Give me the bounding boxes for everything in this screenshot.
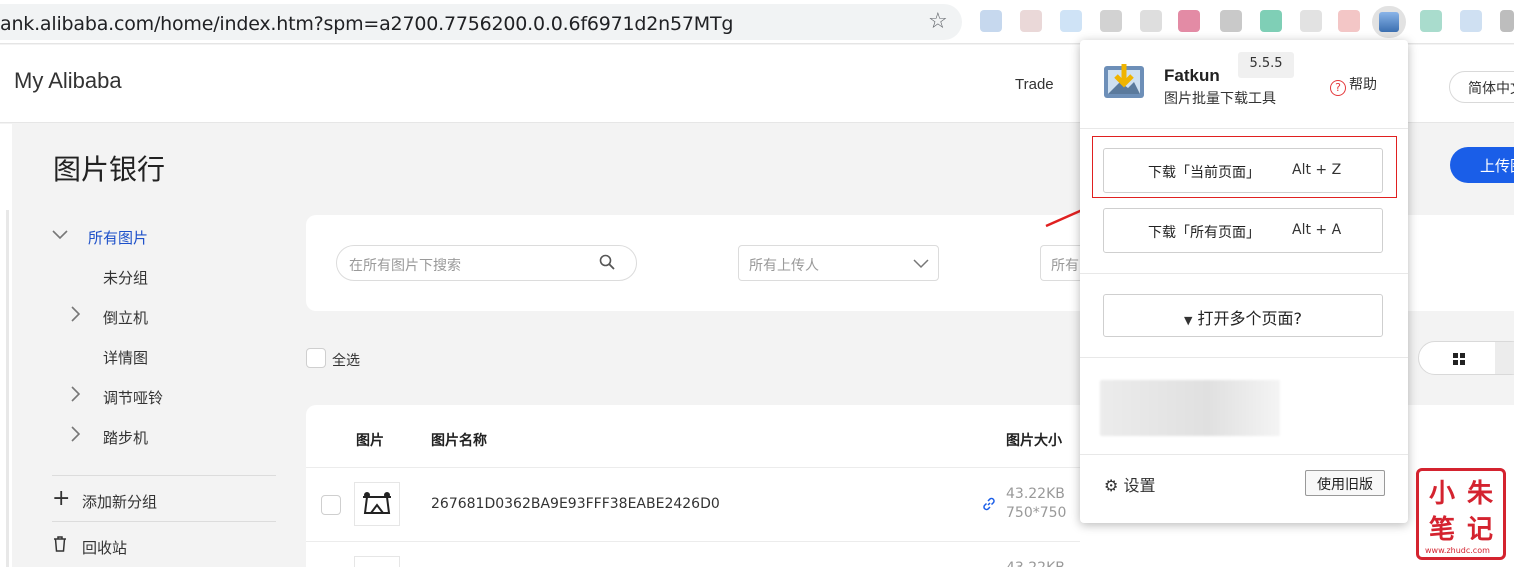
help-icon: ? [1330, 80, 1346, 96]
extension-icon[interactable] [1420, 10, 1442, 32]
upload-button[interactable]: 上传图 [1450, 147, 1514, 183]
third-filter-value: 所有 [1051, 258, 1079, 274]
add-group-link[interactable]: 添加新分组 [82, 491, 157, 512]
popup-divider [1080, 273, 1408, 274]
select-all-label[interactable]: 全选 [332, 350, 360, 370]
popup-divider [1080, 128, 1408, 129]
extension-icon[interactable] [1460, 10, 1482, 32]
sidebar-item-detail-images[interactable]: 详情图 [103, 347, 148, 368]
search-placeholder: 在所有图片下搜索 [349, 258, 461, 274]
search-input[interactable]: 在所有图片下搜索 [336, 245, 637, 281]
chevron-right-icon[interactable] [70, 386, 81, 406]
nav-trade[interactable]: Trade [1015, 76, 1054, 93]
language-select[interactable]: 简体中文 [1449, 71, 1514, 103]
column-size: 图片大小 [1006, 433, 1062, 449]
column-image: 图片 [356, 433, 384, 449]
sidebar-item-ungrouped[interactable]: 未分组 [103, 267, 148, 288]
version-badge: 5.5.5 [1238, 52, 1294, 78]
settings-link[interactable]: ⚙ 设置 [1104, 472, 1155, 496]
help-link[interactable]: ? 帮助 [1330, 74, 1377, 96]
uploader-select-value: 所有上传人 [749, 258, 819, 274]
extension-icon[interactable] [1338, 10, 1360, 32]
watermark-char: 小 [1429, 479, 1456, 509]
watermark-char: 朱 [1467, 479, 1494, 509]
image-thumbnail[interactable] [354, 556, 400, 567]
download-all-label: 下载「所有页面」 [1148, 225, 1260, 241]
column-name: 图片名称 [431, 433, 487, 449]
search-icon[interactable] [599, 254, 615, 270]
watermark-url: www.zhudc.com [1425, 546, 1490, 555]
use-old-version-button[interactable]: 使用旧版 [1305, 470, 1385, 496]
gear-icon: ⚙ [1104, 476, 1119, 495]
popup-divider [1080, 454, 1408, 455]
extension-icon[interactable] [1060, 10, 1082, 32]
page-title: 图片银行 [53, 153, 166, 186]
extension-subtitle: 图片批量下载工具 [1164, 91, 1276, 107]
uploader-select[interactable]: 所有上传人 [738, 245, 939, 281]
sidebar-divider [52, 475, 276, 476]
download-all-shortcut: Alt + A [1292, 222, 1342, 238]
fatkun-logo-icon [1104, 64, 1144, 98]
image-name[interactable]: 267681D0362BA9E93FFF38EABE2426D0 [431, 496, 720, 512]
caret-down-icon: ▼ [1183, 314, 1193, 327]
extension-name: Fatkun [1164, 66, 1220, 85]
image-size: 43.22KB [1006, 486, 1065, 502]
popup-divider [1080, 357, 1408, 358]
chevron-right-icon[interactable] [70, 306, 81, 326]
settings-label: 设置 [1123, 476, 1156, 495]
image-thumbnail[interactable] [354, 482, 400, 526]
image-dimensions: 750*750 [1006, 505, 1067, 521]
help-label: 帮助 [1349, 77, 1377, 93]
fatkun-icon [1379, 12, 1399, 32]
bookmark-star-icon[interactable]: ☆ [928, 9, 948, 34]
sidebar-item-all-images[interactable]: 所有图片 [88, 227, 148, 248]
extension-icon[interactable] [1100, 10, 1122, 32]
view-toggle[interactable] [1418, 341, 1514, 375]
blurred-ad-area [1100, 380, 1280, 436]
address-bar[interactable]: ank.alibaba.com/home/index.htm?spm=a2700… [0, 4, 962, 40]
browser-toolbar: ank.alibaba.com/home/index.htm?spm=a2700… [0, 0, 1514, 44]
row-divider [306, 467, 1080, 468]
link-icon[interactable] [982, 497, 996, 517]
url-text[interactable]: ank.alibaba.com/home/index.htm?spm=a2700… [0, 13, 733, 35]
trash-icon[interactable] [53, 536, 67, 556]
image-size: 43.22KB [1006, 559, 1065, 567]
row-checkbox[interactable] [321, 495, 341, 515]
grid-view-icon[interactable] [1453, 353, 1465, 365]
list-view-icon[interactable] [1495, 342, 1514, 374]
scroll-track[interactable] [6, 210, 9, 567]
plus-icon[interactable]: + [52, 486, 70, 511]
extension-icon[interactable] [1220, 10, 1242, 32]
chevron-right-icon[interactable] [70, 426, 81, 446]
extension-icon[interactable] [1500, 10, 1514, 32]
recycle-bin-link[interactable]: 回收站 [82, 537, 127, 558]
sidebar-item-inversion-table[interactable]: 倒立机 [103, 307, 148, 328]
extension-icon[interactable] [1020, 10, 1042, 32]
fatkun-popup: Fatkun 图片批量下载工具 5.5.5 ? 帮助 下载「当前页面」 Alt +… [1080, 40, 1408, 523]
extension-icon[interactable] [1260, 10, 1282, 32]
highlight-box [1092, 136, 1397, 198]
extension-icon[interactable] [980, 10, 1002, 32]
watermark-char: 记 [1467, 515, 1494, 545]
open-multiple-pages-button[interactable]: ▼ 打开多个页面? [1103, 294, 1383, 337]
fatkun-extension-button[interactable] [1372, 6, 1406, 38]
chevron-down-icon[interactable] [52, 228, 68, 244]
watermark-char: 笔 [1429, 515, 1456, 545]
select-all-checkbox[interactable] [306, 348, 326, 368]
watermark-seal: 小 朱 笔 记 www.zhudc.com [1416, 468, 1506, 560]
brand-title[interactable]: My Alibaba [14, 68, 122, 94]
extension-icon[interactable] [1300, 10, 1322, 32]
sidebar-divider [52, 521, 276, 522]
extension-icon[interactable] [1178, 10, 1200, 32]
download-all-pages-button[interactable]: 下载「所有页面」 Alt + A [1103, 208, 1383, 253]
extension-icon[interactable] [1140, 10, 1162, 32]
chevron-down-icon [913, 259, 929, 269]
sidebar-item-stepper[interactable]: 踏步机 [103, 427, 148, 448]
row-divider [306, 541, 1080, 542]
sidebar-item-dumbbell[interactable]: 调节哑铃 [103, 387, 163, 408]
open-multiple-label: 打开多个页面? [1197, 309, 1303, 328]
